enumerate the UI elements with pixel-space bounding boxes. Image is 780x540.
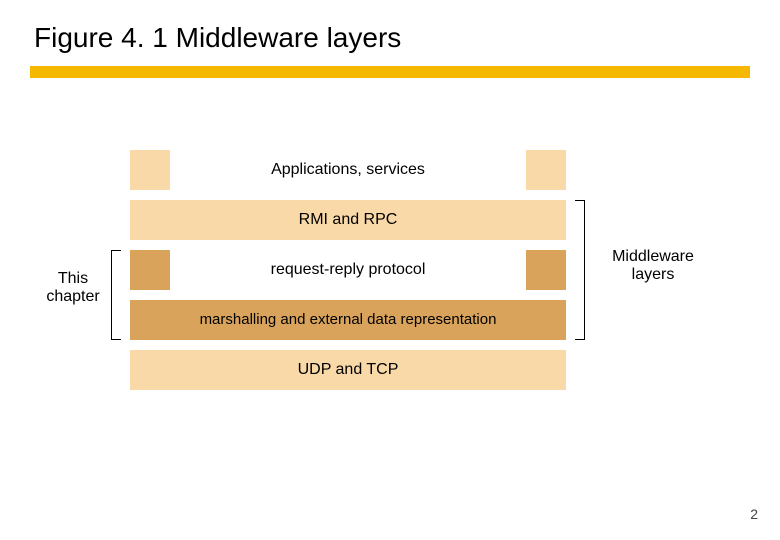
bracket-left-icon bbox=[111, 250, 121, 340]
bracket-right-icon bbox=[575, 200, 585, 340]
title-underline bbox=[30, 66, 750, 78]
layer-band-udp: UDP and TCP bbox=[130, 350, 566, 390]
layer-udp-tcp: UDP and TCP bbox=[130, 350, 566, 390]
layer-request-reply: request-reply protocol bbox=[170, 250, 526, 290]
caption-left-line2: chapter bbox=[46, 288, 99, 305]
layer-applications: Applications, services bbox=[170, 150, 526, 190]
caption-left-line1: This bbox=[58, 270, 88, 287]
layers-diagram: Applications, services RMI and RPC reque… bbox=[0, 150, 780, 410]
layer-marshalling: marshalling and external data representa… bbox=[130, 300, 566, 340]
layer-rmi-rpc: RMI and RPC bbox=[130, 200, 566, 240]
caption-middleware-layers: Middleware layers bbox=[598, 248, 708, 285]
caption-right-line2: layers bbox=[632, 266, 675, 283]
caption-this-chapter: This chapter bbox=[38, 270, 108, 307]
figure-title: Figure 4. 1 Middleware layers bbox=[34, 22, 401, 54]
page-number: 2 bbox=[750, 506, 758, 522]
slide: Figure 4. 1 Middleware layers Applicatio… bbox=[0, 0, 780, 540]
layer-band-rmi: RMI and RPC bbox=[130, 200, 566, 240]
caption-right-line1: Middleware bbox=[612, 248, 694, 265]
layer-band-marshalling: marshalling and external data representa… bbox=[130, 300, 566, 340]
